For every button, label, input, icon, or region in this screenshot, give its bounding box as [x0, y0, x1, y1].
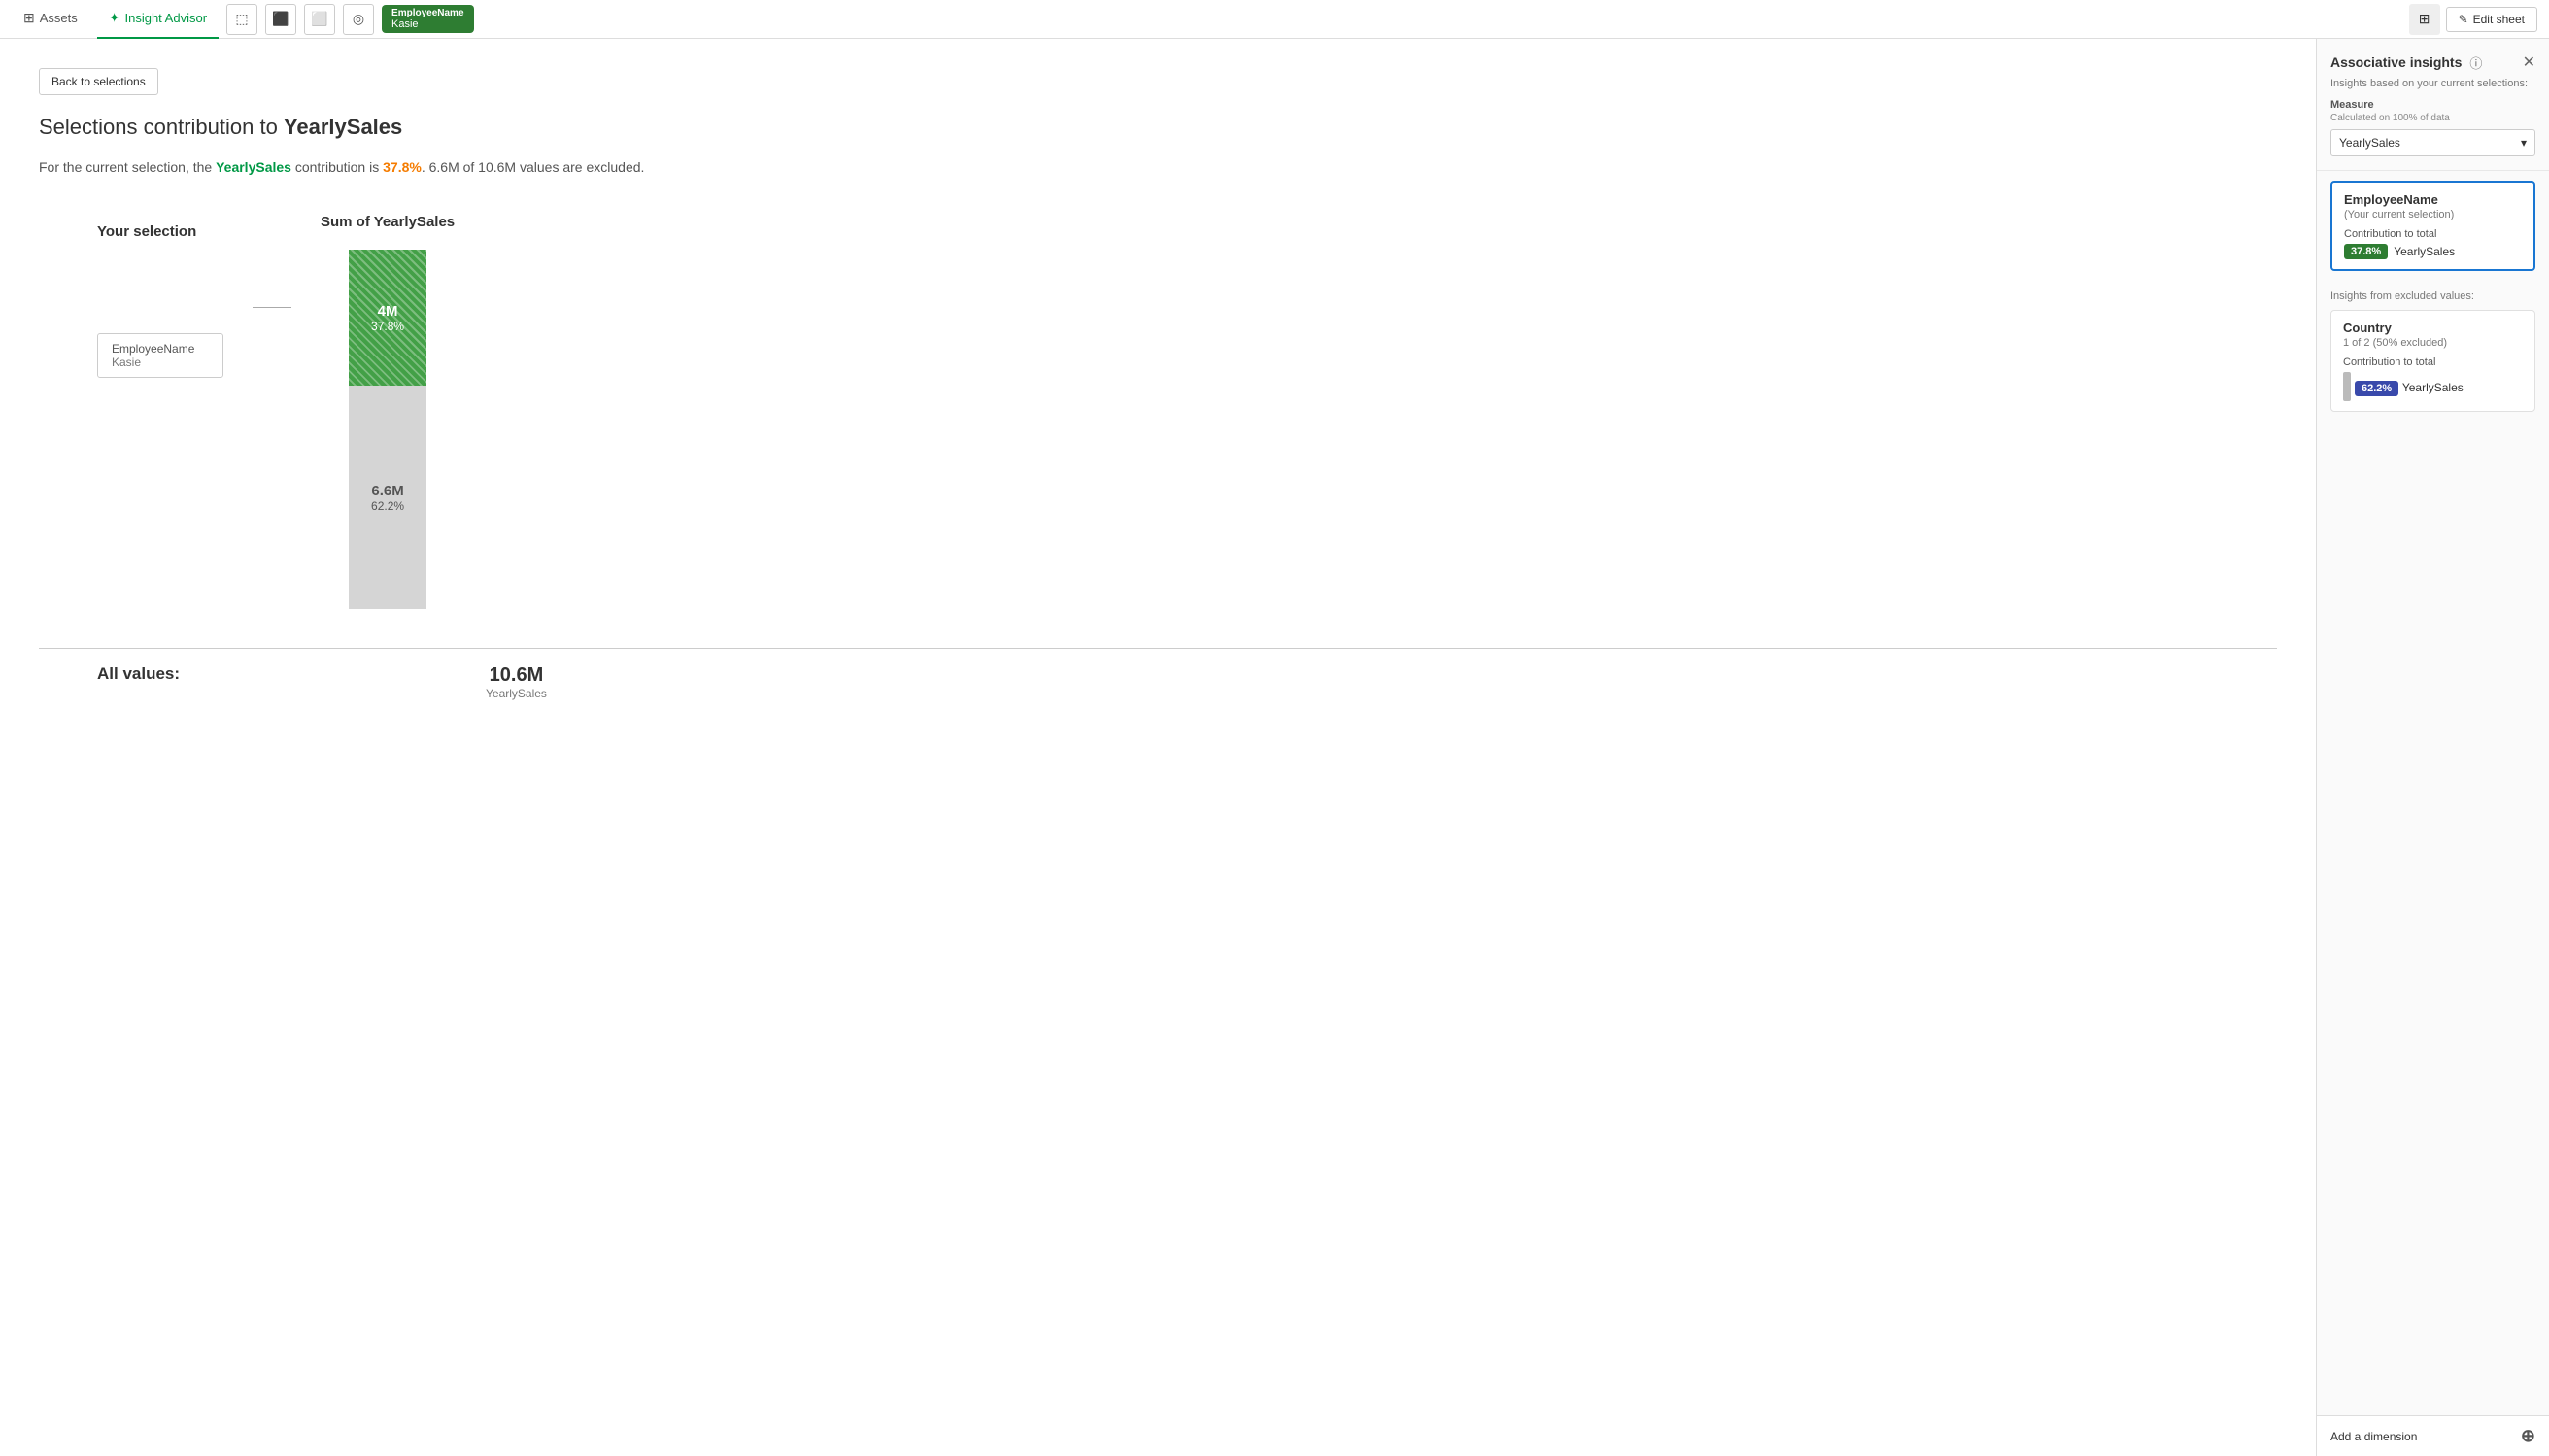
- country-card[interactable]: Country 1 of 2 (50% excluded) Contributi…: [2330, 310, 2535, 412]
- bar-gray-value: 6.6M: [371, 483, 403, 499]
- insight-card-subtitle: (Your current selection): [2344, 209, 2522, 220]
- stacked-bar: 4M 37.8% 6.6M 62.2%: [349, 250, 426, 609]
- selection-box-value: Kasie: [112, 356, 209, 369]
- chart-area: Your selection EmployeeName Kasie Sum of…: [39, 214, 2277, 609]
- country-color-bar: [2343, 372, 2351, 401]
- pill-title: EmployeeName: [391, 8, 463, 18]
- country-card-contrib-label: Contribution to total: [2343, 356, 2523, 368]
- edit-sheet-label: Edit sheet: [2473, 13, 2525, 26]
- insight-badge-row: 37.8% YearlySales: [2344, 244, 2522, 259]
- chart-connector: [253, 307, 291, 308]
- selection-box: EmployeeName Kasie: [97, 333, 223, 378]
- back-to-selections-btn[interactable]: Back to selections: [39, 68, 158, 95]
- add-dimension-label: Add a dimension: [2330, 1430, 2417, 1443]
- col2-header: Sum of YearlySales: [321, 214, 455, 230]
- bar-green-percent: 37.8%: [371, 320, 404, 333]
- pencil-icon: ✎: [2459, 13, 2468, 26]
- country-badge-row: 62.2% YearlySales: [2343, 372, 2523, 401]
- page-title-measure: YearlySales: [284, 115, 402, 139]
- insight-badge-value: 37.8%: [2344, 244, 2388, 259]
- excluded-title: Insights from excluded values:: [2330, 290, 2535, 302]
- right-sidebar: Associative insights ⓘ ✕ Insights based …: [2316, 39, 2549, 1456]
- measure-sublabel: Calculated on 100% of data: [2330, 113, 2535, 123]
- excluded-section: Insights from excluded values: Country 1…: [2317, 281, 2549, 425]
- measure-label: Measure: [2330, 99, 2535, 111]
- subtitle-middle: contribution is: [291, 159, 383, 175]
- sidebar-title: Associative insights: [2330, 54, 2462, 70]
- all-values-data: 10.6M YearlySales: [486, 664, 547, 700]
- pill-value: Kasie: [391, 18, 463, 30]
- grid-view-btn[interactable]: ⊞: [2409, 4, 2440, 35]
- measure-value: YearlySales: [2339, 136, 2400, 150]
- bar-col: Sum of YearlySales 4M 37.8% 6.6M 62.2%: [321, 214, 455, 609]
- range-tool-btn[interactable]: ⬜: [304, 4, 335, 35]
- country-card-subtitle: 1 of 2 (50% excluded): [2343, 337, 2523, 349]
- main-content: Back to selections Selections contributi…: [0, 39, 2316, 1456]
- sidebar-subtitle: Insights based on your current selection…: [2317, 78, 2549, 99]
- assets-icon: ⊞: [23, 10, 35, 26]
- page-title-prefix: Selections contribution to: [39, 115, 284, 139]
- country-badge-value: 62.2%: [2355, 381, 2398, 396]
- insight-badge-measure: YearlySales: [2394, 245, 2455, 258]
- add-dimension-btn[interactable]: Add a dimension ⊕: [2317, 1415, 2549, 1456]
- top-nav: ⊞ Assets ✦ Insight Advisor ⬚ ⬛ ⬜ ◎ Emplo…: [0, 0, 2549, 39]
- employee-filter-pill[interactable]: EmployeeName Kasie: [382, 5, 473, 33]
- subtitle-percent: 37.8%: [383, 159, 422, 175]
- subtitle-measure: YearlySales: [216, 159, 291, 175]
- close-icon[interactable]: ✕: [2523, 52, 2535, 72]
- chart-col1: Your selection EmployeeName Kasie: [97, 214, 223, 378]
- selection-box-title: EmployeeName: [112, 342, 209, 356]
- insight-card-title: EmployeeName: [2344, 192, 2522, 207]
- country-card-title: Country: [2343, 321, 2523, 335]
- col1-header: Your selection: [97, 223, 196, 240]
- help-icon[interactable]: ⓘ: [2469, 53, 2482, 72]
- nav-right-buttons: ⊞ ✎ Edit sheet: [2409, 4, 2537, 35]
- bar-green-segment: 4M 37.8%: [349, 250, 426, 386]
- bar-gray-percent: 62.2%: [371, 499, 404, 513]
- edit-sheet-btn[interactable]: ✎ Edit sheet: [2446, 7, 2537, 32]
- insight-tab-label: Insight Advisor: [124, 11, 207, 25]
- main-layout: Back to selections Selections contributi…: [0, 39, 2549, 1456]
- lasso-tool-btn[interactable]: ⬛: [265, 4, 296, 35]
- subtitle-suffix: . 6.6M of 10.6M values are excluded.: [422, 159, 645, 175]
- insight-card-employee[interactable]: EmployeeName (Your current selection) Co…: [2330, 181, 2535, 271]
- add-icon: ⊕: [2521, 1426, 2535, 1446]
- target-tool-btn[interactable]: ◎: [343, 4, 374, 35]
- bar-gray-segment: 6.6M 62.2%: [349, 386, 426, 609]
- connector-line: [253, 307, 291, 308]
- sidebar-measure-section: Measure Calculated on 100% of data Yearl…: [2317, 99, 2549, 171]
- bar-green-value: 4M: [378, 303, 398, 320]
- measure-dropdown[interactable]: YearlySales ▾: [2330, 129, 2535, 156]
- country-badge-measure: YearlySales: [2402, 381, 2464, 394]
- tab-assets[interactable]: ⊞ Assets: [12, 0, 89, 39]
- all-values-measure: YearlySales: [486, 687, 547, 700]
- insight-card-contrib-label: Contribution to total: [2344, 228, 2522, 240]
- all-values-label: All values:: [97, 664, 311, 684]
- all-values-row: All values: 10.6M YearlySales: [39, 648, 2277, 700]
- country-badge-inner: 62.2% YearlySales: [2355, 380, 2464, 394]
- all-values-num: 10.6M: [486, 664, 547, 687]
- select-tool-btn[interactable]: ⬚: [226, 4, 257, 35]
- insight-icon: ✦: [109, 10, 120, 26]
- subtitle-prefix: For the current selection, the: [39, 159, 216, 175]
- sidebar-header: Associative insights ⓘ ✕: [2317, 39, 2549, 78]
- tab-insight-advisor[interactable]: ✦ Insight Advisor: [97, 0, 219, 39]
- page-title: Selections contribution to YearlySales: [39, 115, 2277, 140]
- subtitle: For the current selection, the YearlySal…: [39, 159, 2277, 175]
- chevron-down-icon: ▾: [2521, 136, 2527, 150]
- assets-tab-label: Assets: [40, 11, 78, 25]
